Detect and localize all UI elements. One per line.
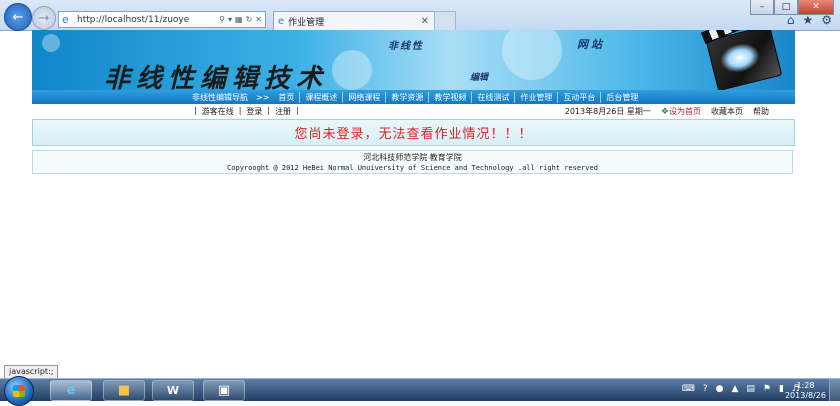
address-url[interactable]: http://localhost/11/zuoye [77, 15, 219, 25]
clock[interactable]: 1:28 2013/8/26 [785, 381, 826, 401]
tab-close-icon[interactable]: ✕ [421, 16, 429, 27]
windows-logo-icon [13, 385, 25, 397]
start-button[interactable] [4, 376, 34, 406]
nav-item-resources[interactable]: 教学资源 [385, 91, 428, 103]
taskbar-window-button[interactable]: ▣ [203, 380, 245, 401]
nav-label: 非线性编辑导航 [192, 92, 248, 102]
settings-gear-icon[interactable]: ⚙ [821, 13, 832, 27]
favorites-star-icon[interactable]: ★ [802, 13, 813, 27]
set-homepage-link[interactable]: 设为首页 [669, 107, 701, 116]
footer-copyright: Copyrooght @ 2012 HeBei Normal Unuiversi… [227, 164, 598, 172]
site-banner: 非线性 网站 编辑 非线性编辑技术 [32, 30, 795, 90]
nav-item-overview[interactable]: 课程概述 [299, 91, 342, 103]
search-icon[interactable]: ⚲ [219, 15, 225, 24]
tray-app-icon[interactable]: ● [716, 384, 724, 394]
tray-expand-icon[interactable]: ▲ [731, 384, 738, 394]
nav-item-interaction[interactable]: 互动平台 [557, 91, 600, 103]
refresh-icon[interactable]: ↻ [246, 15, 253, 24]
banner-small-text: 编辑 [470, 73, 489, 83]
page-footer: 河北科技师范学院 教育学院 Copyrooght @ 2012 HeBei No… [32, 150, 793, 174]
nav-item-online-course[interactable]: 网络课程 [342, 91, 385, 103]
stop-icon[interactable]: ✕ [255, 15, 262, 24]
footer-org: 河北科技师范学院 教育学院 [363, 153, 462, 162]
main-nav: 非线性编辑导航 >> 首页 课程概述 网络课程 教学资源 教学视频 在线测试 作… [32, 90, 795, 104]
minimize-button[interactable]: – [750, 0, 774, 15]
folder-icon: ■ [117, 383, 131, 398]
clock-time: 1:28 [796, 381, 815, 390]
keyboard-icon[interactable]: ⌨ [682, 384, 695, 394]
window-icon: ▣ [217, 383, 231, 398]
toolbar-icons: ⌂ ★ ⚙ [787, 13, 832, 27]
help-tray-icon[interactable]: ? [703, 384, 708, 394]
tab-zuoye[interactable]: e 作业管理 ✕ [273, 11, 435, 30]
login-warning: 您尚未登录，无法查看作业情况！！！ [32, 119, 795, 146]
compat-icon[interactable]: ▦ [235, 15, 243, 24]
user-bar: | 游客在线 | 登录 | 注册 | 2013年8月26日 星期一 ❖设为首页 … [32, 104, 795, 118]
site-title: 非线性编辑技术 [104, 64, 329, 90]
network-icon[interactable]: ▤ [746, 384, 755, 394]
back-button[interactable]: ← [4, 3, 32, 31]
ie-icon: e [62, 12, 69, 26]
system-tray: ⌨ ? ● ▲ ▤ ⚑ ▮ ♬ [682, 384, 800, 394]
homepage-icon: ❖ [660, 106, 669, 117]
nav-arrow: >> [256, 92, 270, 102]
word-icon: W [166, 384, 180, 397]
forward-button[interactable]: → [32, 6, 56, 30]
nav-item-admin[interactable]: 后台管理 [600, 91, 643, 103]
help-link[interactable]: 帮助 [753, 106, 769, 117]
banner-small-text: 非线性 [388, 41, 424, 52]
dropdown-icon[interactable]: ▾ [228, 15, 232, 24]
browser-chrome: ← → e http://localhost/11/zuoye ⚲ ▾ ▦ ↻ … [0, 0, 840, 31]
register-link[interactable]: 注册 [275, 106, 291, 117]
login-link[interactable]: 登录 [246, 106, 262, 117]
tab-ie-icon: e [278, 15, 285, 27]
taskbar-word-button[interactable]: W [152, 380, 194, 401]
current-date: 2013年8月26日 星期一 [564, 106, 651, 116]
decor-bubble [502, 30, 562, 80]
decor-bubble [42, 34, 60, 52]
tab-title: 作业管理 [288, 17, 325, 28]
bookmark-link[interactable]: 收藏本页 [711, 106, 743, 117]
nav-item-online-test[interactable]: 在线测试 [471, 91, 514, 103]
flag-icon[interactable]: ⚑ [763, 384, 771, 394]
decor-bubble [332, 50, 372, 90]
clapperboard-icon [700, 30, 783, 90]
network-bars-icon[interactable]: ▮ [779, 384, 784, 394]
taskbar-ie-button[interactable]: e [50, 380, 92, 401]
address-bar[interactable]: e http://localhost/11/zuoye ⚲ ▾ ▦ ↻ ✕ [58, 11, 266, 28]
nav-item-home[interactable]: 首页 [273, 92, 299, 103]
new-tab-button[interactable] [434, 11, 456, 30]
guest-online-label: 游客在线 [201, 106, 234, 116]
ie-icon: e [66, 383, 76, 398]
show-desktop-button[interactable] [829, 379, 840, 401]
nav-item-homework[interactable]: 作业管理 [514, 91, 557, 103]
taskbar-explorer-button[interactable]: ■ [103, 380, 145, 401]
forward-arrow-icon: → [38, 10, 50, 26]
banner-small-text: 网站 [577, 38, 605, 51]
taskbar: e ■ W ▣ ⌨ ? ● ▲ ▤ ⚑ ▮ ♬ 1:28 2013/8/26 [0, 376, 840, 406]
nav-item-videos[interactable]: 教学视频 [428, 91, 471, 103]
back-arrow-icon: ← [12, 9, 24, 25]
home-icon[interactable]: ⌂ [787, 13, 795, 27]
